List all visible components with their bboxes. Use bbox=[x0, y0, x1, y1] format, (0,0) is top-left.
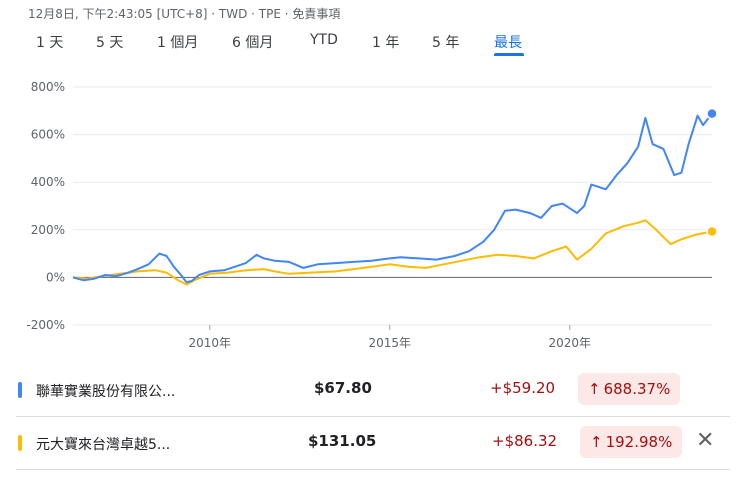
divider bbox=[16, 416, 730, 417]
tab-1-day[interactable]: 1 天 bbox=[36, 32, 63, 52]
tab-ytd[interactable]: YTD bbox=[310, 32, 338, 48]
tab-1-year[interactable]: 1 年 bbox=[372, 32, 399, 52]
series-line bbox=[72, 113, 713, 284]
arrow-up-icon: ↑ bbox=[588, 380, 601, 398]
x-tick-label: 2020年 bbox=[549, 336, 592, 350]
x-tick-label: 2010年 bbox=[189, 336, 232, 350]
watchlist-row[interactable]: 元大寶來台灣卓越5... $131.05 +$86.32 ↑ 192.98% ✕ bbox=[16, 418, 730, 468]
price-chart[interactable]: 800% 600% 400% 200% 0% -200% 2010年 2015年 2020年 bbox=[0, 70, 740, 360]
series-color-marker bbox=[18, 435, 22, 451]
x-tick-label: 2015年 bbox=[369, 336, 412, 350]
price-change: +$86.32 bbox=[492, 432, 558, 450]
percent-change-value: 192.98% bbox=[605, 433, 673, 451]
watchlist-row[interactable]: 聯華實業股份有限公... $67.80 +$59.20 ↑ 688.37% bbox=[16, 365, 730, 415]
security-price: $67.80 bbox=[314, 379, 372, 397]
tab-5-day[interactable]: 5 天 bbox=[96, 32, 123, 52]
y-tick-label: 200% bbox=[31, 223, 65, 237]
arrow-up-icon: ↑ bbox=[590, 433, 603, 451]
tab-1-month[interactable]: 1 個月 bbox=[157, 32, 198, 52]
y-tick-label: 600% bbox=[31, 128, 65, 142]
remove-comparison-button[interactable]: ✕ bbox=[696, 430, 714, 452]
percent-change-badge: ↑ 688.37% bbox=[578, 373, 681, 405]
y-tick-label: 800% bbox=[31, 80, 65, 94]
y-tick-label: 0% bbox=[46, 270, 65, 284]
y-tick-label: 400% bbox=[31, 175, 65, 189]
percent-change-badge: ↑ 192.98% bbox=[580, 426, 683, 458]
series-endpoint bbox=[706, 107, 718, 120]
y-tick-label: -200% bbox=[26, 318, 65, 332]
tab-5-year[interactable]: 5 年 bbox=[432, 32, 459, 52]
active-tab-indicator bbox=[494, 53, 524, 56]
security-price: $131.05 bbox=[308, 432, 377, 450]
divider bbox=[16, 469, 730, 470]
security-name: 元大寶來台灣卓越5... bbox=[36, 437, 171, 453]
range-tabs: 1 天 5 天 1 個月 6 個月 YTD 1 年 5 年 最長 bbox=[0, 32, 740, 56]
tab-max[interactable]: 最長 bbox=[494, 32, 522, 52]
price-change: +$59.20 bbox=[490, 379, 556, 397]
percent-change-value: 688.37% bbox=[603, 380, 671, 398]
tab-6-month[interactable]: 6 個月 bbox=[232, 32, 273, 52]
series-endpoint bbox=[706, 225, 718, 238]
security-name: 聯華實業股份有限公... bbox=[36, 384, 176, 400]
series-color-marker bbox=[18, 382, 22, 398]
chart-meta: 12月8日, 下午2:43:05 [UTC+8] · TWD · TPE · 免… bbox=[28, 7, 341, 21]
